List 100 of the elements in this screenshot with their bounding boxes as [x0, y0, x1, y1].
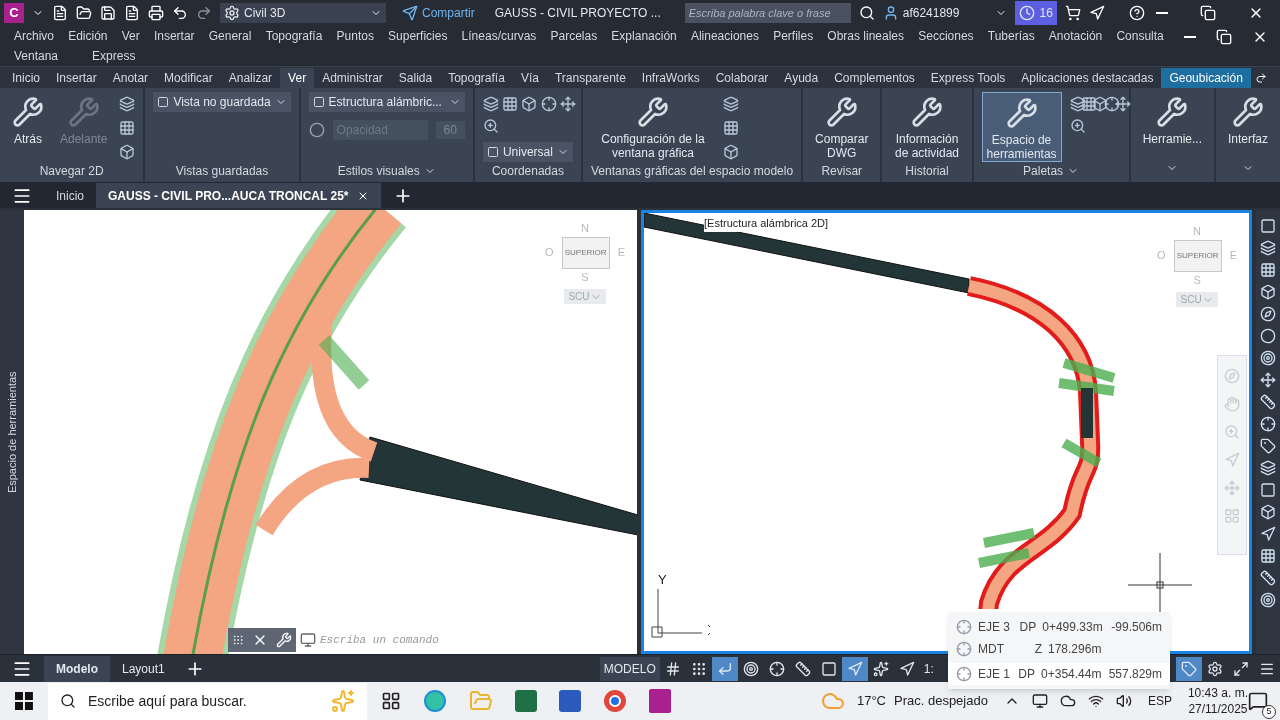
menu-item[interactable]: Topografía: [265, 27, 323, 45]
tool-icon[interactable]: [559, 96, 576, 112]
tool-icon[interactable]: [1260, 262, 1277, 278]
browser-icon[interactable]: [423, 689, 447, 713]
tool-icon[interactable]: [1260, 526, 1277, 542]
trial-badge[interactable]: 16: [1015, 1, 1057, 25]
tool-icon[interactable]: [540, 96, 557, 112]
ribbon-button[interactable]: Configuración de la ventana gráfica: [590, 92, 715, 162]
workspace-dropdown[interactable]: Civil 3D: [220, 3, 386, 23]
menu-item[interactable]: Secciones: [918, 27, 974, 45]
menu-item[interactable]: Alineaciones: [690, 27, 759, 45]
tool-icon[interactable]: [482, 118, 499, 134]
search-field[interactable]: Escriba palabra clave o frase: [684, 3, 851, 23]
panel-title[interactable]: Ventanas gráficas del espacio modelo: [590, 162, 794, 180]
layout-tab[interactable]: Modelo: [44, 655, 110, 682]
tool-icon[interactable]: [119, 120, 136, 136]
ribbon-tab[interactable]: Topografía: [440, 67, 513, 88]
tool-icon[interactable]: [1260, 438, 1277, 454]
tool-icon[interactable]: [722, 96, 739, 112]
ribbon-tab[interactable]: Ayuda: [776, 67, 827, 88]
menu-item[interactable]: Superficies: [388, 27, 448, 45]
panel-title[interactable]: Vistas guardadas: [153, 162, 291, 180]
menu-item[interactable]: Consulta: [1116, 27, 1164, 45]
viewport[interactable]: N O SUPERIOR E S SCU Escriba un comando: [24, 210, 637, 654]
menu-item[interactable]: Puntos: [336, 27, 374, 45]
menu-item[interactable]: Explanación: [611, 27, 677, 45]
tool-icon[interactable]: [1260, 482, 1277, 498]
tool-icon[interactable]: [1069, 96, 1086, 112]
taskbar-search[interactable]: Escribe aquí para buscar.: [47, 682, 367, 720]
command-input[interactable]: Escriba un comando: [320, 631, 634, 649]
tool-icon[interactable]: [502, 96, 519, 112]
ribbon-button[interactable]: Espacio de herramientas: [981, 92, 1062, 162]
view-cube[interactable]: SUPERIOR: [1173, 239, 1222, 272]
menu-item[interactable]: Obras lineales: [827, 27, 905, 45]
tool-icon[interactable]: [722, 144, 739, 160]
panel-title[interactable]: Paletas: [981, 162, 1121, 180]
tool-icon[interactable]: [722, 120, 739, 136]
ribbon-tab[interactable]: Salida: [390, 67, 441, 88]
menu-item[interactable]: Ver: [121, 27, 140, 45]
tool-icon[interactable]: [1260, 548, 1277, 564]
ribbon-tab[interactable]: Ver: [280, 67, 315, 88]
tool-icon[interactable]: [1260, 218, 1277, 234]
ribbon-tab[interactable]: Geoubicación: [1161, 67, 1251, 88]
tool-icon[interactable]: [1115, 96, 1132, 112]
tool-icon[interactable]: [1260, 394, 1277, 410]
panel-title[interactable]: Revisar: [811, 162, 873, 180]
tool-icon[interactable]: [1260, 372, 1277, 388]
menu-item[interactable]: Líneas/curvas: [461, 27, 537, 45]
menu-item[interactable]: Ventana: [14, 47, 59, 65]
ribbon-tab[interactable]: Vía: [512, 67, 547, 88]
file-tab[interactable]: Inicio: [44, 183, 96, 208]
task-view-icon[interactable]: [381, 691, 401, 711]
ribbon-tab[interactable]: Aplicaciones destacadas: [1013, 67, 1162, 88]
tool-icon[interactable]: [1260, 460, 1277, 476]
user-menu[interactable]: af6241899: [882, 4, 1008, 22]
dropdown[interactable]: Vista no guardada: [153, 92, 291, 112]
status-toggle[interactable]: [1176, 656, 1202, 681]
menu-item[interactable]: Anotación: [1048, 27, 1103, 45]
tool-icon[interactable]: [1260, 416, 1277, 432]
status-toggle[interactable]: [711, 656, 738, 681]
panel-title[interactable]: Coordenadas: [482, 162, 573, 180]
menu-item[interactable]: Parcelas: [550, 27, 598, 45]
menu-item[interactable]: Archivo: [14, 27, 54, 45]
ribbon-button[interactable]: Información de actividad: [890, 92, 964, 162]
ribbon-button[interactable]: Atrás: [8, 92, 48, 162]
ribbon-tab[interactable]: Modificar: [156, 67, 221, 88]
dropdown[interactable]: Estructura alámbric...: [308, 92, 465, 112]
file-tab[interactable]: GAUSS - CIVIL PRO...AUCA TRONCAL 25*: [96, 183, 381, 208]
ribbon-tab[interactable]: Analizar: [220, 67, 281, 88]
wrench-icon[interactable]: [276, 632, 292, 648]
ribbon-tab[interactable]: Complementos: [826, 67, 923, 88]
dropdown[interactable]: Universal: [482, 142, 573, 162]
ribbon-tab[interactable]: InfraWorks: [633, 67, 708, 88]
app-logo[interactable]: C: [4, 3, 24, 23]
ribbon-tab[interactable]: Express Tools: [922, 67, 1014, 88]
tool-icon[interactable]: [1260, 306, 1277, 322]
tool-icon[interactable]: [1260, 504, 1277, 520]
ribbon-button[interactable]: Interfaz: [1223, 92, 1272, 162]
notification-icon[interactable]: [1248, 691, 1268, 711]
ribbon-button[interactable]: Herramie...: [1138, 92, 1206, 162]
tool-icon[interactable]: [1069, 118, 1086, 134]
windows-logo-icon[interactable]: [15, 692, 33, 710]
menu-item[interactable]: Perfiles: [773, 27, 814, 45]
menu-item[interactable]: Express: [92, 47, 136, 65]
ribbon-tab[interactable]: Inicio: [4, 67, 48, 88]
tool-icon[interactable]: [1260, 570, 1277, 586]
panel-title[interactable]: Historial: [890, 162, 964, 180]
ribbon-tab[interactable]: Administrar: [314, 67, 391, 88]
tool-icon[interactable]: [1260, 328, 1277, 344]
layout-tab[interactable]: Layout1: [110, 655, 177, 682]
tool-icon[interactable]: [482, 96, 499, 112]
grip-icon[interactable]: [232, 632, 244, 648]
clock[interactable]: 10:43 a. m. 27/11/2025: [1187, 685, 1248, 717]
status-toggle[interactable]: [841, 656, 868, 681]
tool-palette-strip[interactable]: Espacio de herramientas: [0, 210, 24, 654]
ribbon-tab[interactable]: Insertar: [48, 67, 105, 88]
view-cube[interactable]: SUPERIOR: [561, 236, 610, 269]
menu-item[interactable]: Tuberías: [987, 27, 1035, 45]
ribbon-tab[interactable]: Anotar: [104, 67, 157, 88]
panel-title[interactable]: Navegar 2D: [8, 162, 136, 180]
